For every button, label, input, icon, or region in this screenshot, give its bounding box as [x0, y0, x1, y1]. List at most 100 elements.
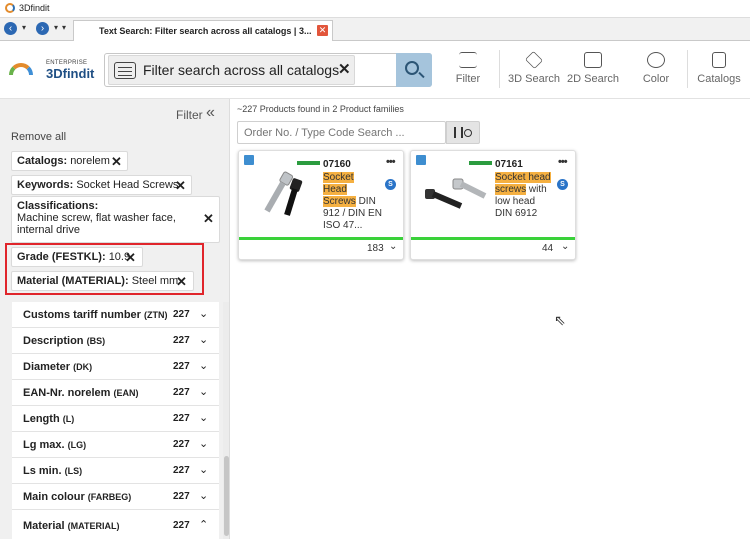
chip-close-icon[interactable]: ✕	[175, 178, 186, 194]
accordion-row-count: 227	[173, 520, 190, 531]
chip-value: Socket Head Screws	[76, 179, 179, 191]
accordion-row-count: 227	[173, 491, 190, 502]
chevron-down-icon[interactable]: ⌄	[199, 437, 208, 450]
toolbar-filter-label: Filter	[455, 73, 481, 85]
product-description: Socket Head Screws DIN 912 / DIN EN ISO 47…	[323, 172, 382, 231]
menu-dropdown-icon[interactable]: ▾	[62, 23, 66, 32]
results-count: ~227 Products found in 2 Product familie…	[237, 104, 404, 114]
chip-close-icon[interactable]: ✕	[203, 212, 214, 225]
accordion-row[interactable]: Customs tariff number (ZTN) 227 ⌄	[12, 302, 219, 328]
accordion-row-label: Length (L)	[23, 413, 75, 425]
window-title: 3Dfindit	[19, 3, 50, 13]
chip-key: Classifications:	[17, 200, 99, 212]
accordion-row[interactable]: Main colour (FARBEG) 227 ⌄	[12, 484, 219, 510]
more-options-icon[interactable]: •••	[386, 156, 396, 168]
accordion-row-count: 227	[173, 309, 190, 320]
back-dropdown-icon[interactable]: ▾	[22, 23, 26, 32]
accordion-row-count: 227	[173, 387, 190, 398]
accordion-row-label: Material (MATERIAL)	[23, 520, 120, 532]
search-chip-text: Filter search across all catalogs	[143, 62, 340, 78]
toolbar-color-label: Color	[642, 73, 670, 85]
chip-close-icon[interactable]: ✕	[111, 154, 122, 170]
filter-chip-catalogs[interactable]: Catalogs: norelem ✕	[11, 151, 128, 171]
order-number-search-input[interactable]	[237, 121, 446, 144]
app-logo-icon	[5, 3, 15, 13]
product-number: 07161	[495, 159, 523, 170]
filter-chip-classifications[interactable]: Classifications: Machine screw, flat was…	[11, 196, 220, 243]
accordion-row[interactable]: Material (MATERIAL) 227 ⌃	[12, 513, 219, 539]
product-image	[425, 178, 487, 209]
search-chip-close-icon[interactable]: ✕	[338, 60, 351, 78]
product-card[interactable]: 07161 ••• Socket head screws with low hea…	[410, 150, 576, 260]
toolbar-color-button[interactable]: Color	[626, 48, 686, 92]
chevron-down-icon[interactable]: ⌄	[199, 385, 208, 398]
toolbar-catalogs-button[interactable]: Catalogs	[690, 48, 748, 92]
supplier-badge-icon[interactable]: S	[385, 179, 396, 190]
accordion-row[interactable]: EAN-Nr. norelem (EAN) 227 ⌄	[12, 380, 219, 406]
accordion-row-count: 227	[173, 465, 190, 476]
chip-value: norelem	[70, 155, 110, 167]
chevron-down-icon[interactable]: ⌄	[199, 333, 208, 346]
product-image	[264, 171, 303, 216]
search-icon-handle	[418, 71, 425, 79]
forward-icon[interactable]: ›	[36, 22, 49, 35]
chevron-down-icon[interactable]: ⌄	[199, 489, 208, 502]
barcode-icon	[454, 127, 463, 138]
catalog-book-icon	[712, 52, 726, 68]
barcode-search-button[interactable]	[446, 121, 480, 144]
tab-close-icon[interactable]: ✕	[317, 25, 328, 36]
toolbar-filter-button[interactable]: Filter	[438, 48, 498, 92]
accordion-row-count: 227	[173, 413, 190, 424]
3d-cube-icon	[244, 155, 254, 165]
toolbar-2d-search-label: 2D Search	[567, 73, 619, 85]
accordion-row-label: Main colour (FARBEG)	[23, 491, 132, 503]
accordion-row-label: Lg max. (LG)	[23, 439, 87, 451]
tab-title: Text Search: Filter search across all ca…	[99, 26, 312, 36]
product-card[interactable]: 07160 ••• Socket Head Screws DIN 912 / DIN…	[238, 150, 404, 260]
chevron-down-icon[interactable]: ⌄	[199, 359, 208, 372]
toolbar-divider	[499, 50, 500, 88]
mouse-cursor-icon: ⇖	[554, 312, 566, 328]
filter-icon	[459, 52, 477, 68]
brand-name: 3Dfindit	[46, 66, 95, 81]
remove-all-link[interactable]: Remove all	[11, 131, 66, 143]
browser-tab[interactable]: Text Search: Filter search across all ca…	[73, 20, 333, 42]
search-button[interactable]	[396, 53, 432, 87]
chevron-down-icon[interactable]: ⌄	[199, 411, 208, 424]
highlight-box	[5, 243, 204, 295]
filter-sliders-icon	[114, 62, 136, 79]
accordion-row-label: Ls min. (LS)	[23, 465, 83, 477]
more-options-icon[interactable]: •••	[558, 156, 568, 168]
toolbar-2d-search-button[interactable]: 2D Search	[563, 48, 623, 92]
toolbar-3d-search-button[interactable]: 3D Search	[504, 48, 564, 92]
filter-accordion: Customs tariff number (ZTN) 227 ⌄ Descript…	[12, 302, 219, 539]
expand-chevron-icon[interactable]: ⌄	[561, 241, 569, 252]
image-icon	[584, 52, 602, 68]
collapse-sidebar-icon[interactable]: «	[206, 104, 215, 122]
search-filter-chip[interactable]: Filter search across all catalogs ✕	[108, 55, 355, 85]
chip-value: Machine screw, flat washer face, interna…	[17, 212, 176, 236]
forward-dropdown-icon[interactable]: ▾	[54, 23, 58, 32]
chevron-down-icon[interactable]: ⌄	[199, 463, 208, 476]
supplier-badge-icon[interactable]: S	[557, 179, 568, 190]
back-icon[interactable]: ‹	[4, 22, 17, 35]
filter-chip-keywords[interactable]: Keywords: Socket Head Screws ✕	[11, 175, 192, 195]
accordion-row[interactable]: Diameter (DK) 227 ⌄	[12, 354, 219, 380]
accordion-row-count: 227	[173, 335, 190, 346]
sidebar-filter-title: Filter	[176, 108, 203, 122]
chevron-down-icon[interactable]: ⌄	[199, 307, 208, 320]
accordion-row-label: Customs tariff number (ZTN)	[23, 309, 168, 321]
accordion-row[interactable]: Lg max. (LG) 227 ⌄	[12, 432, 219, 458]
brand-bar	[469, 161, 492, 165]
3d-cube-icon	[416, 155, 426, 165]
search-icon	[405, 61, 419, 75]
accordion-row[interactable]: Description (BS) 227 ⌄	[12, 328, 219, 354]
tab-bar: ‹ ▾ › ▾ ▾ Text Search: Filter search acr…	[0, 18, 750, 42]
accordion-row[interactable]: Length (L) 227 ⌄	[12, 406, 219, 432]
chevron-up-icon[interactable]: ⌃	[199, 518, 208, 531]
accordion-row[interactable]: Ls min. (LS) 227 ⌄	[12, 458, 219, 484]
cube-icon	[524, 50, 544, 70]
sidebar-scroll-thumb[interactable]	[224, 456, 229, 536]
accordion-row-count: 227	[173, 439, 190, 450]
expand-chevron-icon[interactable]: ⌄	[389, 241, 397, 252]
